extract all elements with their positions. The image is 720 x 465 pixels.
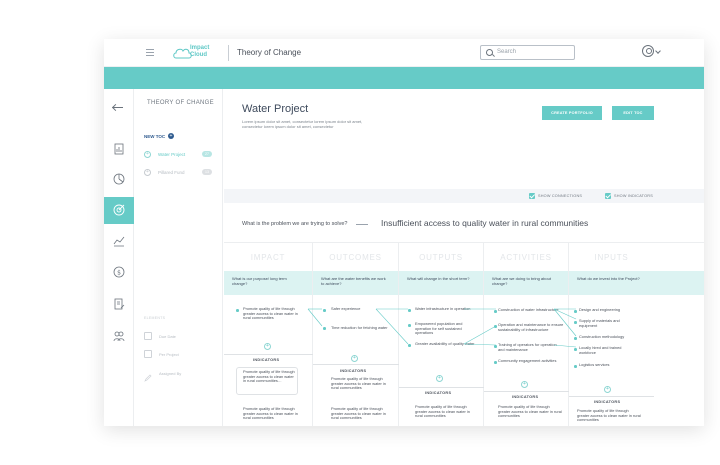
chevron-down-icon[interactable] bbox=[655, 48, 661, 54]
toc-item-badge: 13 bbox=[202, 169, 212, 175]
user-avatar-icon[interactable] bbox=[642, 45, 654, 57]
edit-document-icon[interactable] bbox=[112, 297, 126, 311]
meta-label: Assigned By bbox=[159, 371, 182, 376]
teal-banner bbox=[104, 67, 704, 89]
connection-line bbox=[553, 344, 577, 348]
plus-circle-icon: + bbox=[144, 169, 151, 176]
app-window: Impact Cloud Theory of Change Search $ T… bbox=[104, 39, 704, 426]
toc-item-water-project[interactable]: + Water Project 27 bbox=[144, 150, 220, 159]
plus-circle-icon: + bbox=[144, 151, 151, 158]
connection-line bbox=[553, 308, 577, 337]
connection-line bbox=[463, 325, 497, 345]
main-content: Water Project Lorem ipsum dolor sit amet… bbox=[224, 89, 704, 426]
meta-label: Due Date bbox=[159, 334, 176, 339]
logo-text: Impact Cloud bbox=[190, 45, 209, 59]
toc-item-pillared-fund[interactable]: + Pillared Fund 13 bbox=[144, 168, 220, 177]
toc-item-label: Pillared Fund bbox=[158, 170, 185, 175]
document-chart-icon[interactable] bbox=[112, 142, 126, 156]
toc-item-label: Water Project bbox=[158, 152, 186, 157]
connection-line bbox=[463, 343, 497, 346]
pie-chart-icon[interactable] bbox=[112, 172, 126, 186]
search-input[interactable]: Search bbox=[480, 45, 575, 60]
dollar-cycle-icon[interactable]: $ bbox=[112, 265, 126, 279]
line-chart-icon[interactable] bbox=[112, 234, 126, 248]
top-bar: Impact Cloud Theory of Change Search bbox=[104, 39, 704, 67]
header-divider bbox=[228, 45, 229, 61]
connection-line bbox=[375, 308, 409, 345]
add-toc-plus-icon[interactable]: + bbox=[168, 133, 174, 139]
search-icon bbox=[486, 49, 493, 56]
connection-line bbox=[553, 308, 577, 320]
search-placeholder: Search bbox=[497, 49, 517, 55]
connection-lines bbox=[307, 308, 577, 348]
menu-icon[interactable] bbox=[146, 49, 154, 56]
logo-line-2: Cloud bbox=[190, 52, 207, 58]
left-nav: $ bbox=[104, 89, 134, 426]
svg-text:$: $ bbox=[117, 270, 121, 277]
target-icon[interactable] bbox=[112, 203, 126, 217]
back-arrow-icon[interactable] bbox=[112, 104, 124, 112]
users-icon[interactable] bbox=[112, 329, 126, 343]
side-panel-title: THEORY OF CHANGE bbox=[147, 100, 214, 106]
folder-icon bbox=[144, 350, 152, 358]
toc-item-badge: 27 bbox=[202, 151, 212, 157]
elements-section-label: ELEMENTS bbox=[144, 316, 166, 320]
pencil-icon bbox=[144, 369, 152, 382]
meta-due-date[interactable]: Due Date bbox=[144, 332, 220, 341]
app-title: Theory of Change bbox=[237, 48, 302, 57]
calendar-icon bbox=[144, 332, 152, 340]
new-toc-link[interactable]: NEW TOC bbox=[144, 134, 165, 139]
meta-assigned-by[interactable]: Assigned By bbox=[144, 369, 220, 382]
meta-label: Per Project bbox=[159, 352, 179, 357]
toc-side-panel: THEORY OF CHANGE NEW TOC + + Water Proje… bbox=[134, 89, 223, 426]
meta-per-project[interactable]: Per Project bbox=[144, 350, 220, 359]
connection-line bbox=[307, 308, 323, 327]
logo-line-1: Impact bbox=[190, 45, 210, 51]
